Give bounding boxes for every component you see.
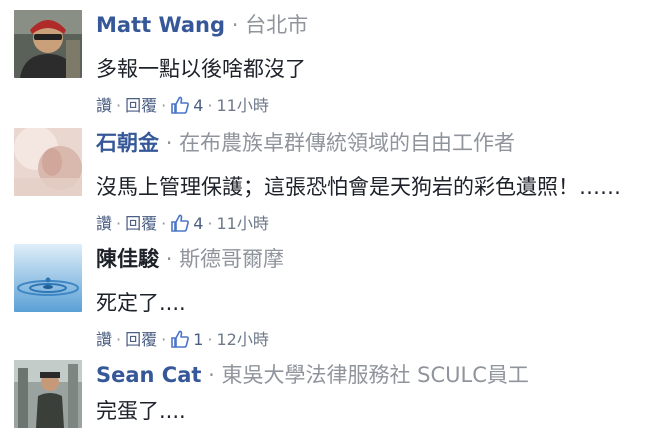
author-description: 台北市 (245, 13, 309, 37)
comment-actions: 讚 · 回覆 · 4 · 11小時 (96, 212, 664, 236)
thumbs-up-icon[interactable] (170, 329, 190, 349)
comment-body: 石朝金 · 在布農族卓群傳統領域的自由工作者 沒馬上管理保護；這張恐怕會是天狗岩… (96, 128, 664, 236)
timestamp[interactable]: 11小時 (217, 96, 269, 115)
reply-link[interactable]: 回覆 (125, 214, 157, 233)
separator: · (161, 96, 167, 115)
comment-text: 多報一點以後啥都沒了 (96, 57, 306, 81)
thumbs-up-icon[interactable] (170, 95, 190, 115)
comment-thread: Matt Wang · 台北市 多報一點以後啥都沒了 讚 · 回覆 · 4 · 11小時 石… (0, 0, 670, 433)
like-count[interactable]: 1 (190, 330, 203, 349)
separator: · (207, 96, 213, 115)
comment-actions: 讚 · 回覆 · 1 · 12小時 (96, 328, 664, 352)
separator: · (165, 247, 173, 271)
comment-header: Matt Wang · 台北市 (96, 10, 664, 40)
author-name[interactable]: Sean Cat (96, 363, 201, 387)
avatar[interactable] (14, 10, 82, 78)
author-description: 東吳大學法律服務社 SCULC員工 (221, 363, 529, 387)
comment-text: 沒馬上管理保護；這張恐怕會是天狗岩的彩色遺照！…… (96, 175, 621, 199)
like-count[interactable]: 4 (190, 96, 203, 115)
separator: · (207, 214, 213, 233)
comment-text: 死定了.... (96, 291, 186, 315)
like-link[interactable]: 讚 (96, 214, 112, 233)
comment-text: 完蛋了.... (96, 399, 186, 423)
avatar[interactable] (14, 128, 82, 196)
avatar[interactable] (14, 360, 82, 428)
separator: · (116, 96, 122, 115)
separator: · (161, 214, 167, 233)
timestamp[interactable]: 12小時 (217, 330, 269, 349)
thumbs-up-icon[interactable] (170, 213, 190, 233)
author-name[interactable]: 陳佳駿 (96, 247, 159, 271)
avatar[interactable] (14, 244, 82, 312)
timestamp[interactable]: 11小時 (217, 214, 269, 233)
author-description: 在布農族卓群傳統領域的自由工作者 (179, 131, 516, 155)
comment-actions: 讚 · 回覆 · 4 · 11小時 (96, 94, 664, 118)
comment-body: 陳佳駿 · 斯德哥爾摩 死定了.... 讚 · 回覆 · 1 · 12小時 (96, 244, 664, 352)
comment-body: Sean Cat · 東吳大學法律服務社 SCULC員工 完蛋了.... (96, 360, 664, 426)
separator: · (161, 330, 167, 349)
author-name[interactable]: 石朝金 (96, 131, 159, 155)
author-name[interactable]: Matt Wang (96, 13, 225, 37)
reply-link[interactable]: 回覆 (125, 330, 157, 349)
separator: · (208, 363, 215, 387)
comment-body: Matt Wang · 台北市 多報一點以後啥都沒了 讚 · 回覆 · 4 · 11小時 (96, 10, 664, 118)
like-link[interactable]: 讚 (96, 330, 112, 349)
reply-link[interactable]: 回覆 (125, 96, 157, 115)
separator: · (231, 13, 239, 37)
separator: · (207, 330, 213, 349)
like-count[interactable]: 4 (190, 214, 203, 233)
separator: · (116, 330, 122, 349)
comment-header: Sean Cat · 東吳大學法律服務社 SCULC員工 (96, 360, 664, 390)
separator: · (165, 131, 173, 155)
comment-header: 石朝金 · 在布農族卓群傳統領域的自由工作者 (96, 128, 664, 158)
comment-header: 陳佳駿 · 斯德哥爾摩 (96, 244, 664, 274)
like-link[interactable]: 讚 (96, 96, 112, 115)
separator: · (116, 214, 122, 233)
author-description: 斯德哥爾摩 (179, 247, 285, 271)
